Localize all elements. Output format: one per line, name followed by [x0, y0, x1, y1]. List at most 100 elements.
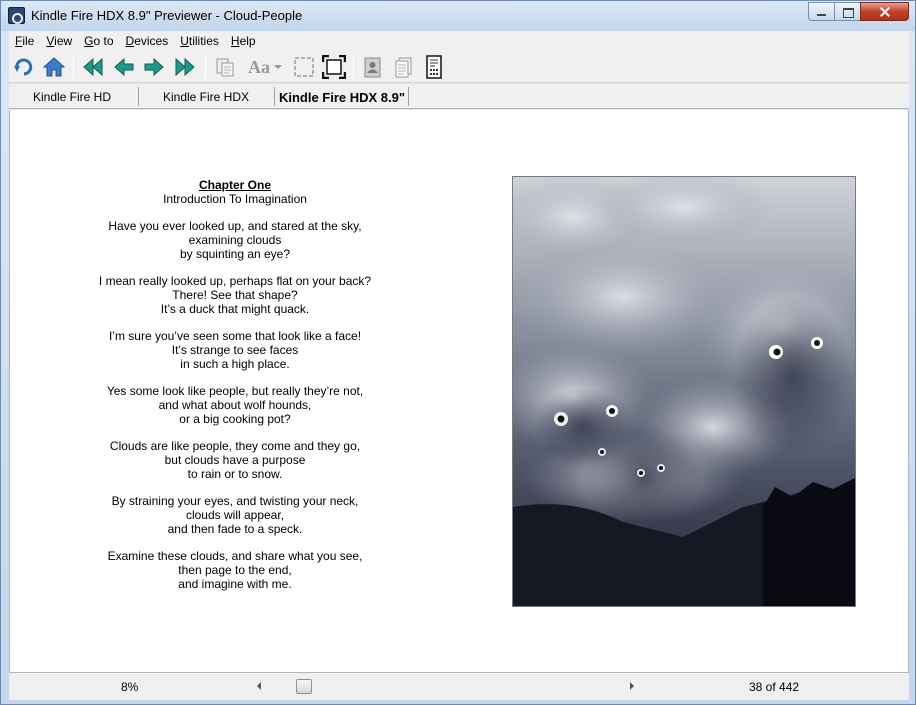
poem-line: and what about wolf hounds, — [158, 398, 312, 412]
poem-line: in such a high place. — [180, 357, 290, 371]
chevron-down-icon — [274, 65, 282, 69]
tab-label: Kindle Fire HDX 8.9" — [278, 89, 406, 105]
toolbar-separator — [73, 55, 74, 79]
book-cover-icon — [364, 57, 381, 78]
tab-kindle-fire-hd[interactable]: Kindle Fire HD — [9, 87, 135, 107]
reading-progress: 8% — [121, 680, 139, 694]
poem-line: Examine these clouds, and share what you… — [107, 549, 363, 563]
menu-accel: G — [84, 34, 94, 48]
minimize-button[interactable] — [808, 2, 835, 21]
full-screen-button[interactable] — [321, 54, 347, 80]
poem-stanza: I’m sure you’ve seen some that look like… — [50, 329, 420, 371]
last-page-button[interactable] — [172, 54, 198, 80]
home-button[interactable] — [41, 54, 67, 80]
poem-line: It’s strange to see faces — [171, 343, 299, 357]
poem-stanza: I mean really looked up, perhaps flat on… — [50, 274, 420, 316]
menu-label: ile — [22, 34, 35, 48]
poem: Have you ever looked up, and stared at t… — [50, 219, 420, 591]
page-count: 38 of 442 — [749, 680, 800, 694]
poem-line: I mean really looked up, perhaps flat on… — [98, 274, 372, 288]
page-icon — [395, 57, 412, 78]
menu-help[interactable]: Help — [225, 34, 262, 48]
menu-go-to[interactable]: Go to — [78, 34, 119, 48]
cloud-faces-image — [512, 176, 856, 607]
poem-line: by squinting an eye? — [179, 247, 291, 261]
book-text: Chapter One Introduction To Imagination … — [50, 178, 420, 591]
home-icon — [43, 57, 65, 77]
first-page-button[interactable] — [80, 54, 106, 80]
last-page-icon — [175, 57, 195, 77]
book-page[interactable]: Chapter One Introduction To Imagination … — [9, 110, 909, 672]
menu-accel: H — [230, 34, 240, 48]
menu-view[interactable]: View — [40, 34, 78, 48]
previous-page-button[interactable] — [111, 54, 137, 80]
tab-kindle-fire-hdx[interactable]: Kindle Fire HDX — [140, 87, 272, 107]
back-button[interactable] — [11, 54, 37, 80]
page-scrollbar[interactable] — [249, 678, 639, 695]
scroll-left-icon[interactable] — [257, 682, 261, 690]
poem-line: There! See that shape? — [172, 288, 298, 302]
poem-stanza: Yes some look like people, but really th… — [50, 384, 420, 426]
scroll-thumb[interactable] — [296, 679, 312, 694]
poem-line: It’s a duck that might quack. — [160, 302, 310, 316]
poem-line: By straining your eyes, and twisting you… — [111, 494, 359, 508]
menu-label: o to — [93, 34, 114, 48]
tab-divider — [408, 87, 409, 106]
first-page-icon — [83, 57, 103, 77]
title-bar[interactable]: Kindle Fire HDX 8.9" Previewer - Cloud-P… — [1, 1, 915, 31]
poem-line: Yes some look like people, but really th… — [106, 384, 364, 398]
chapter-title: Chapter One — [198, 178, 271, 192]
maximize-button[interactable] — [834, 2, 861, 21]
poem-line: and imagine with me. — [178, 577, 292, 591]
next-page-button[interactable] — [141, 54, 167, 80]
tab-label: Kindle Fire HDX — [162, 90, 250, 104]
full-screen-icon — [322, 55, 346, 79]
poem-line: Clouds are like people, they come and th… — [109, 439, 361, 453]
device-info-icon — [426, 55, 442, 79]
copy-button[interactable] — [212, 54, 238, 80]
menu-label: elp — [239, 34, 256, 48]
poem-line: but clouds have a purpose — [164, 453, 306, 467]
menu-label: evices — [134, 34, 169, 48]
close-button[interactable] — [860, 2, 909, 21]
menu-file[interactable]: File — [9, 34, 40, 48]
poem-stanza: Have you ever looked up, and stared at t… — [50, 219, 420, 261]
app-icon[interactable] — [8, 7, 25, 24]
book-cover-button[interactable] — [359, 54, 385, 80]
menu-utilities[interactable]: Utilities — [174, 34, 225, 48]
menu-label: tilities — [188, 34, 219, 48]
device-tabs: Kindle Fire HD Kindle Fire HDX Kindle Fi… — [9, 84, 909, 109]
poem-line: clouds will appear, — [185, 508, 285, 522]
tab-divider — [274, 87, 275, 106]
device-info-button[interactable] — [421, 54, 447, 80]
poem-line: examining clouds — [188, 233, 282, 247]
page-view-button[interactable] — [390, 54, 416, 80]
fit-screen-button[interactable] — [291, 54, 317, 80]
menu-bar: File View Go to Devices Utilities Help — [9, 31, 909, 51]
window-title: Kindle Fire HDX 8.9" Previewer - Cloud-P… — [31, 8, 303, 23]
poem-line: Have you ever looked up, and stared at t… — [108, 219, 362, 233]
chapter-subtitle: Introduction To Imagination — [163, 192, 307, 206]
copy-icon — [216, 58, 234, 77]
menu-accel: D — [125, 34, 135, 48]
back-icon — [14, 58, 33, 76]
poem-stanza: Examine these clouds, and share what you… — [50, 549, 420, 591]
menu-label: iew — [54, 34, 73, 48]
toolbar-separator — [353, 55, 354, 79]
poem-line: and then fade to a speck. — [167, 522, 303, 536]
tab-kindle-fire-hdx-8-9[interactable]: Kindle Fire HDX 8.9" — [276, 87, 408, 107]
poem-line: I’m sure you’ve seen some that look like… — [108, 329, 362, 343]
menu-accel: V — [46, 34, 55, 48]
menu-accel: U — [180, 34, 189, 48]
previous-page-icon — [114, 57, 134, 77]
toolbar-separator — [205, 55, 206, 79]
next-page-icon — [144, 57, 164, 77]
font-size-icon: Aa — [248, 56, 270, 77]
scroll-right-icon[interactable] — [630, 682, 634, 690]
cloud-faces-picture — [513, 177, 855, 606]
poem-line: or a big cooking pot? — [179, 412, 291, 426]
menu-devices[interactable]: Devices — [120, 34, 175, 48]
poem-stanza: Clouds are like people, they come and th… — [50, 439, 420, 481]
font-size-button[interactable]: Aa — [243, 54, 287, 80]
previewer-window: Kindle Fire HDX 8.9" Previewer - Cloud-P… — [0, 0, 916, 705]
